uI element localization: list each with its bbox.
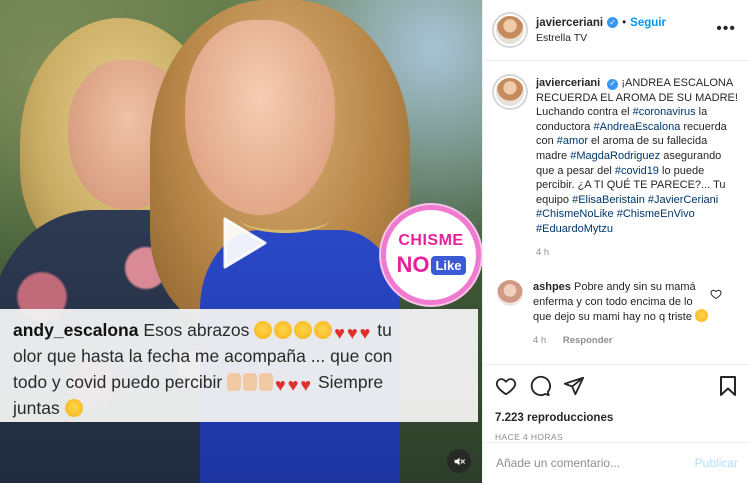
location-link[interactable]: Estrella TV — [536, 32, 666, 44]
view-count[interactable]: 7.223 reproducciones — [495, 412, 738, 424]
caption-line1b: tu — [377, 320, 392, 340]
chisme-no-like-logo: CHISME NO Like — [381, 205, 481, 305]
follow-button[interactable]: Seguir — [630, 17, 666, 29]
reply-button[interactable]: Responder — [563, 335, 613, 346]
post-side-panel: javierceriani ✓ • Seguir Estrella TV •••… — [482, 0, 750, 483]
caption-author[interactable]: javierceriani — [536, 77, 600, 89]
red-heart-emoji-icon: ♥ — [275, 375, 286, 395]
bookmark-icon[interactable] — [718, 375, 738, 397]
logo-text-chisme: CHISME — [398, 232, 464, 249]
halo-face-emoji-icon — [64, 399, 83, 417]
caption-line2: olor que hasta la fecha me acompaña ... … — [13, 346, 393, 366]
caption-line3b: Siempre — [317, 372, 384, 392]
play-icon[interactable] — [211, 213, 271, 273]
publish-button[interactable]: Publicar — [695, 456, 738, 470]
comment-item: ashpes Pobre andy sin su mamá enferma y … — [494, 280, 738, 348]
heart-eyes-emoji-icon — [314, 321, 333, 339]
praying-hands-emoji-icon — [227, 373, 242, 391]
red-heart-emoji-icon: ♥ — [300, 375, 312, 395]
avatar[interactable] — [494, 76, 526, 108]
posted-time: HACE 4 HORAS — [495, 432, 564, 442]
logo-text-no: NO — [396, 252, 430, 277]
smiling-hearts-emoji-icon — [254, 321, 273, 339]
heart-icon[interactable] — [495, 375, 517, 397]
hashtag-link[interactable]: #ElisaBeristain — [572, 194, 645, 206]
post-caption-text: ¡ANDREA ESCALONA RECUERDA EL AROMA DE SU… — [536, 77, 738, 235]
logo-text-like: Like — [431, 255, 466, 275]
hashtag-link[interactable]: #AndreaEscalona — [593, 121, 680, 133]
video-caption: andy_escalona Esos abrazos ♥ ♥ ♥ tu olor q… — [0, 309, 478, 422]
comment-icon[interactable] — [529, 375, 551, 397]
post-time: 4 h — [536, 246, 550, 258]
comment-time: 4 h — [533, 334, 547, 346]
post-media[interactable]: CHISME NO Like andy_escalona Esos abrazo… — [0, 0, 482, 483]
verified-icon: ✓ — [607, 78, 619, 90]
verified-icon: ✓ — [607, 17, 619, 28]
heart-eyes-emoji-icon — [294, 321, 313, 339]
header-username[interactable]: javierceriani — [536, 17, 603, 29]
post-caption: javierceriani ✓ ¡ANDREA ESCALONA RECUERD… — [494, 76, 738, 260]
crying-face-emoji-icon — [695, 309, 709, 323]
avatar[interactable] — [494, 14, 526, 46]
hashtag-link[interactable]: #amor — [557, 135, 588, 147]
hashtag-link[interactable]: #JavierCeriani — [648, 194, 718, 206]
red-heart-emoji-icon: ♥ — [287, 375, 299, 395]
red-heart-emoji-icon: ♥ — [334, 323, 345, 343]
caption-line4: juntas — [13, 398, 60, 418]
post-actions: 7.223 reproducciones HACE 4 HORAS — [483, 364, 750, 454]
daughter-face — [185, 20, 335, 215]
heart-icon[interactable] — [710, 288, 722, 300]
caption-username: andy_escalona — [13, 320, 139, 340]
praying-hands-emoji-icon — [243, 373, 258, 391]
hashtag-link[interactable]: #ChismeNoLike — [536, 208, 614, 220]
more-icon[interactable]: ••• — [716, 21, 736, 37]
red-heart-emoji-icon: ♥ — [346, 323, 358, 343]
comment-input[interactable] — [496, 456, 685, 470]
caption-line1: Esos abrazos — [143, 320, 250, 340]
red-heart-emoji-icon: ♥ — [359, 323, 371, 343]
add-comment-bar: Publicar — [483, 442, 750, 483]
praying-hands-emoji-icon — [259, 373, 274, 391]
hashtag-link[interactable]: #covid19 — [615, 165, 659, 177]
mute-icon[interactable] — [447, 449, 471, 473]
post-header: javierceriani ✓ • Seguir Estrella TV ••• — [483, 0, 750, 61]
heart-eyes-emoji-icon — [274, 321, 293, 339]
comment-username[interactable]: ashpes — [533, 281, 571, 293]
hashtag-link[interactable]: #ChismeEnVivo — [617, 208, 695, 220]
separator-dot: • — [622, 16, 627, 29]
avatar[interactable] — [497, 280, 523, 307]
hashtag-link[interactable]: #coronavirus — [633, 106, 696, 118]
share-icon[interactable] — [563, 375, 585, 397]
comments-section[interactable]: javierceriani ✓ ¡ANDREA ESCALONA RECUERD… — [483, 61, 750, 364]
hashtag-link[interactable]: #EduardoMytzu — [536, 223, 613, 235]
caption-line3: todo y covid puedo percibir — [13, 372, 223, 392]
hashtag-link[interactable]: #MagdaRodriguez — [570, 150, 660, 162]
